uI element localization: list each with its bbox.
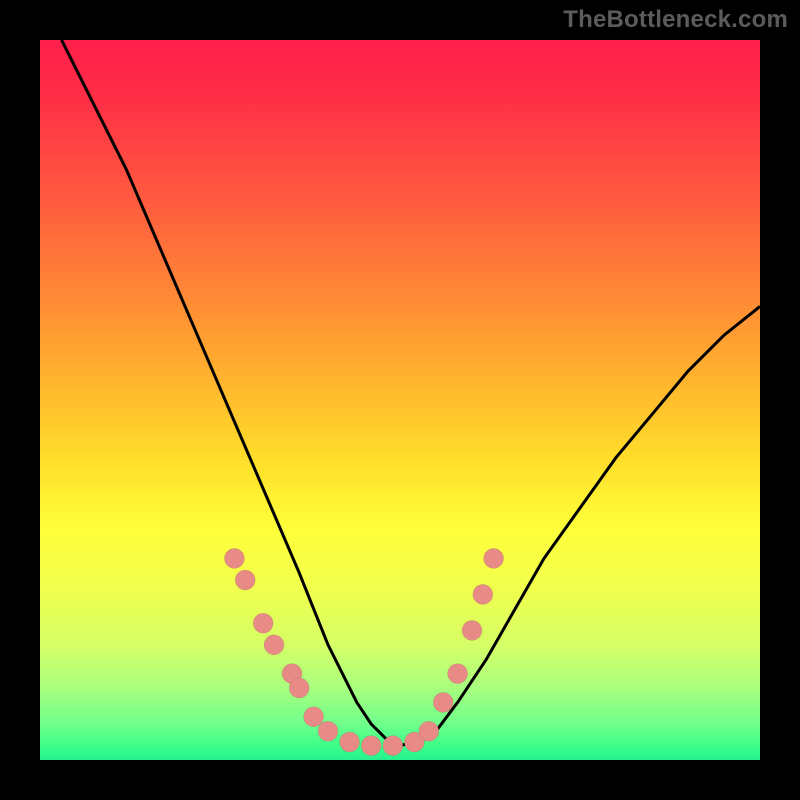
curve-marker <box>361 736 381 756</box>
curve-marker <box>340 732 360 752</box>
watermark-text: TheBottleneck.com <box>563 6 788 34</box>
curve-line <box>62 40 760 746</box>
curve-marker <box>289 678 309 698</box>
curve-marker <box>473 584 493 604</box>
curve-marker <box>253 613 273 633</box>
bottleneck-curve <box>40 40 760 760</box>
curve-markers <box>224 548 503 755</box>
curve-marker <box>484 548 504 568</box>
chart-frame: TheBottleneck.com <box>0 0 800 800</box>
curve-marker <box>433 692 453 712</box>
curve-marker <box>304 707 324 727</box>
curve-marker <box>235 570 255 590</box>
curve-marker <box>318 721 338 741</box>
curve-marker <box>419 721 439 741</box>
curve-marker <box>383 736 403 756</box>
curve-marker <box>462 620 482 640</box>
curve-marker <box>224 548 244 568</box>
plot-area <box>40 40 760 760</box>
curve-marker <box>264 635 284 655</box>
curve-marker <box>448 664 468 684</box>
